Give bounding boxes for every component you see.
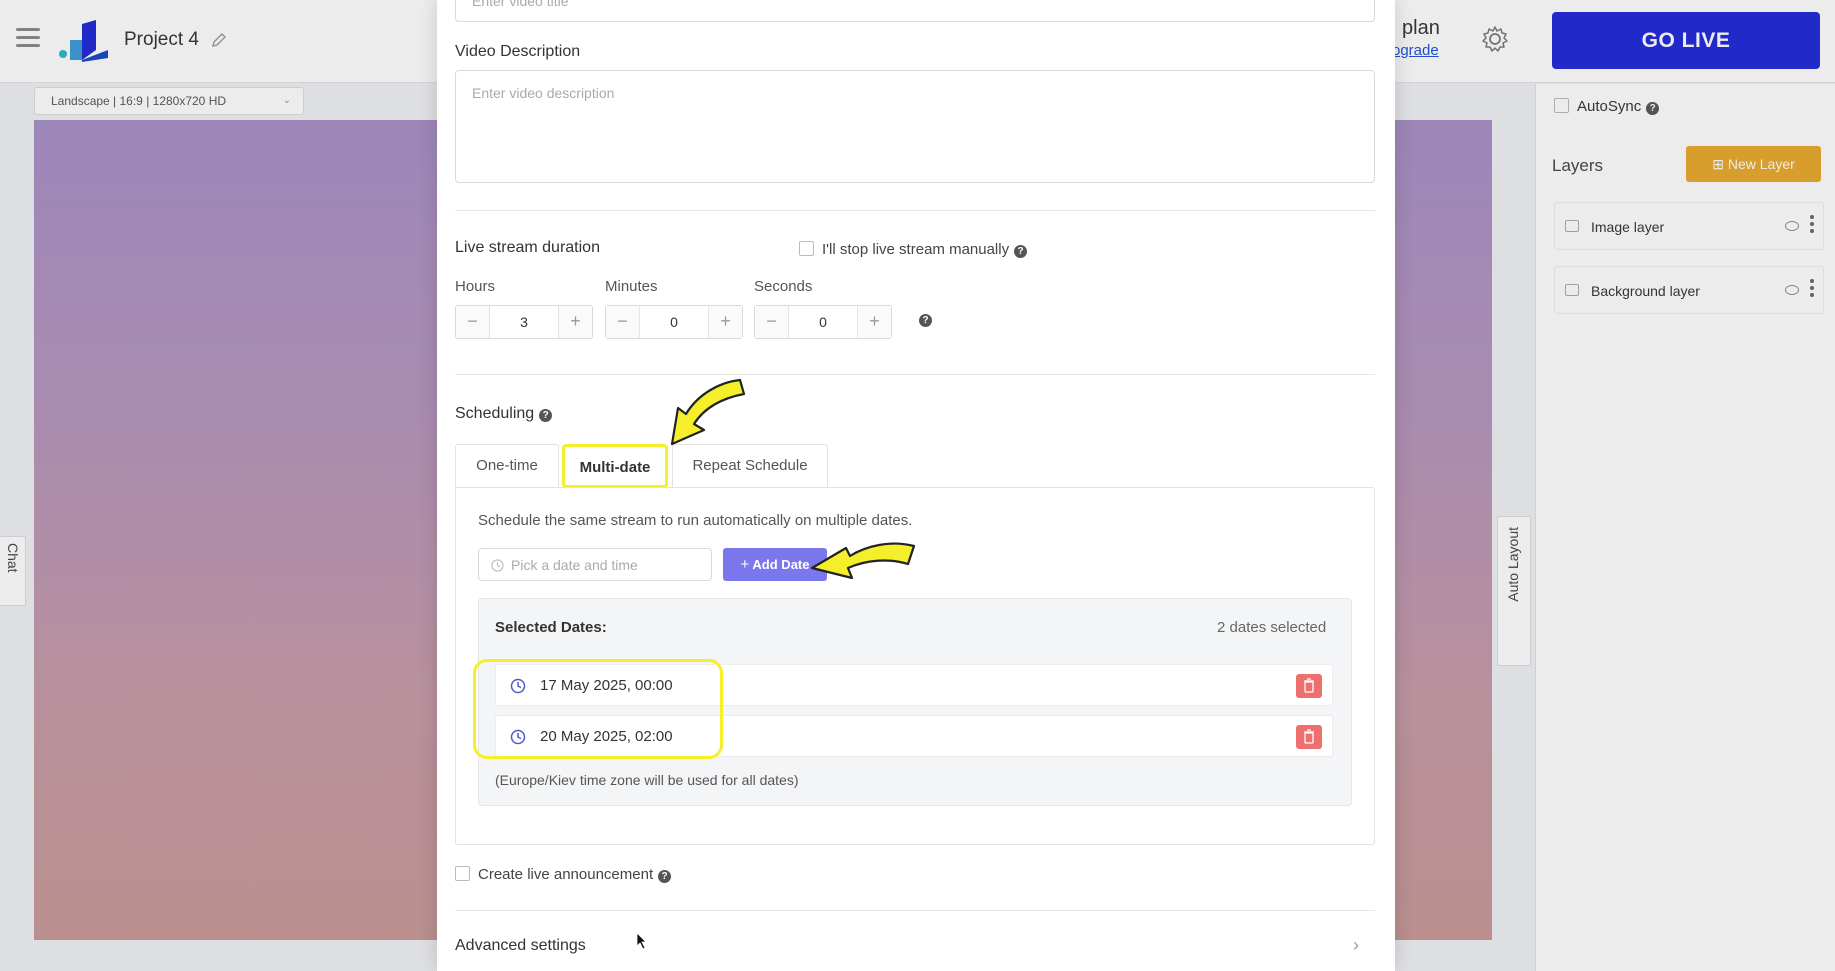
minutes-stepper[interactable]: − 0 + [605,305,743,339]
seconds-value[interactable]: 0 [789,306,857,338]
advanced-settings-label: Advanced settings [455,937,586,954]
highlight-annotation [473,659,723,759]
help-icon[interactable]: ? [1014,245,1028,258]
decrement-button[interactable]: − [755,306,789,338]
selected-dates-label: Selected Dates: [495,619,607,636]
video-title-input[interactable]: Enter video title [455,0,1375,22]
arrow-annotation [670,378,746,446]
announcement-label: Create live announcement [478,866,654,883]
announcement-checkbox[interactable] [455,866,470,881]
divider [455,374,1375,375]
manual-stop-checkbox[interactable] [799,241,814,256]
seconds-stepper[interactable]: − 0 + [754,305,892,339]
video-description-placeholder: Enter video description [472,85,615,101]
trash-icon[interactable] [1296,725,1322,749]
help-icon[interactable]: ? [539,409,553,422]
manual-stop-label: I'll stop live stream manually [822,241,1010,258]
clock-icon [491,559,504,572]
video-description-input[interactable]: Enter video description [455,70,1375,183]
chevron-right-icon: › [1353,935,1359,955]
add-date-label: Add Date [752,557,810,572]
plus-icon: + [740,556,750,573]
decrement-button[interactable]: − [456,306,490,338]
increment-button[interactable]: + [857,306,891,338]
timezone-note: (Europe/Kiev time zone will be used for … [495,772,799,788]
stream-settings-modal: Enter video title Video Description Ente… [437,0,1395,971]
multi-date-hint: Schedule the same stream to run automati… [478,512,913,529]
hours-value[interactable]: 3 [490,306,558,338]
duration-label: Live stream duration [455,239,600,256]
mouse-cursor-icon [636,932,647,950]
increment-button[interactable]: + [708,306,742,338]
advanced-settings-row[interactable]: Advanced settings › [437,911,1395,971]
help-icon[interactable]: ? [919,314,932,327]
decrement-button[interactable]: − [606,306,640,338]
minutes-label: Minutes [605,278,658,295]
seconds-label: Seconds [754,278,813,295]
help-icon[interactable]: ? [658,870,672,883]
trash-icon[interactable] [1296,674,1322,698]
tab-one-time[interactable]: One-time [455,444,559,488]
arrow-annotation [810,542,916,580]
video-title-placeholder: Enter video title [472,0,569,9]
dates-count: 2 dates selected [1217,619,1327,636]
announcement-row[interactable]: Create live announcement? [455,866,672,883]
hours-label: Hours [455,278,496,295]
hours-stepper[interactable]: − 3 + [455,305,593,339]
scheduling-label: Scheduling? [455,405,553,423]
video-description-label: Video Description [455,43,581,60]
date-picker-input[interactable]: Pick a date and time [478,548,712,581]
increment-button[interactable]: + [558,306,592,338]
minutes-value[interactable]: 0 [640,306,708,338]
divider [455,210,1375,211]
scheduling-text: Scheduling [455,405,535,422]
date-picker-placeholder: Pick a date and time [511,557,638,573]
manual-stop-row[interactable]: I'll stop live stream manually? [799,241,1028,258]
